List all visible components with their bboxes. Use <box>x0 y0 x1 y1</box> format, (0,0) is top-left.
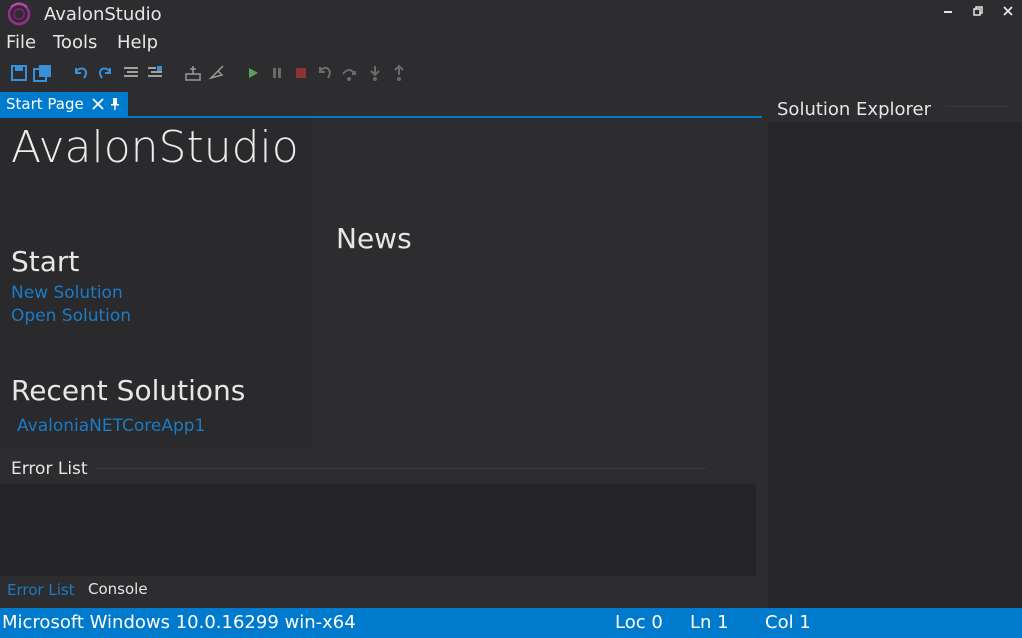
pause-icon[interactable] <box>266 60 288 86</box>
undo-icon[interactable] <box>70 60 92 86</box>
save-all-icon[interactable] <box>32 60 54 86</box>
open-solution-link[interactable]: Open Solution <box>11 306 131 326</box>
news-heading: News <box>336 222 412 255</box>
solution-explorer-tree <box>768 122 1022 608</box>
minimize-icon <box>944 11 952 13</box>
stop-icon[interactable] <box>290 60 312 86</box>
start-page-brand-title: AvalonStudio <box>11 122 299 173</box>
menu-help[interactable]: Help <box>117 32 158 53</box>
step-over-icon[interactable] <box>338 60 360 86</box>
tab-start-page-label: Start Page <box>6 95 84 113</box>
redo-icon[interactable] <box>94 60 116 86</box>
solution-explorer-divider <box>946 106 1010 107</box>
tab-start-page[interactable]: Start Page <box>0 92 128 116</box>
avalon-logo-icon <box>6 2 32 26</box>
comment-icon[interactable] <box>120 60 142 86</box>
close-window-button[interactable] <box>996 2 1020 20</box>
new-solution-link[interactable]: New Solution <box>11 283 123 303</box>
toolbar <box>8 60 428 86</box>
tab-error-list[interactable]: Error List <box>7 581 75 599</box>
play-icon[interactable] <box>242 60 264 86</box>
restart-icon[interactable] <box>314 60 336 86</box>
save-icon[interactable] <box>8 60 30 86</box>
close-icon <box>1003 6 1013 16</box>
minimize-button[interactable] <box>936 2 960 20</box>
recent-solutions-heading: Recent Solutions <box>11 374 246 407</box>
clean-icon[interactable] <box>206 60 228 86</box>
solution-explorer-title: Solution Explorer <box>777 99 931 120</box>
build-icon[interactable] <box>182 60 204 86</box>
start-heading: Start <box>11 245 80 278</box>
status-loc: Loc 0 <box>615 612 663 633</box>
status-line: Ln 1 <box>690 612 729 633</box>
restore-icon <box>973 6 983 16</box>
tab-console[interactable]: Console <box>88 580 148 598</box>
step-into-icon[interactable] <box>364 60 386 86</box>
error-list-title: Error List <box>11 459 88 479</box>
uncomment-icon[interactable] <box>144 60 166 86</box>
window-title: AvalonStudio <box>44 4 162 25</box>
recent-solution-item[interactable]: AvaloniaNETCoreApp1 <box>17 416 205 436</box>
error-list-content <box>0 484 756 576</box>
menu-file[interactable]: File <box>6 32 36 53</box>
status-os-info: Microsoft Windows 10.0.16299 win-x64 <box>2 612 356 633</box>
restore-button[interactable] <box>966 2 990 20</box>
pin-icon[interactable] <box>110 95 120 114</box>
close-tab-icon[interactable] <box>92 95 104 114</box>
step-out-icon[interactable] <box>388 60 410 86</box>
error-list-divider <box>96 468 706 469</box>
menu-tools[interactable]: Tools <box>53 32 97 53</box>
status-column: Col 1 <box>765 612 811 633</box>
